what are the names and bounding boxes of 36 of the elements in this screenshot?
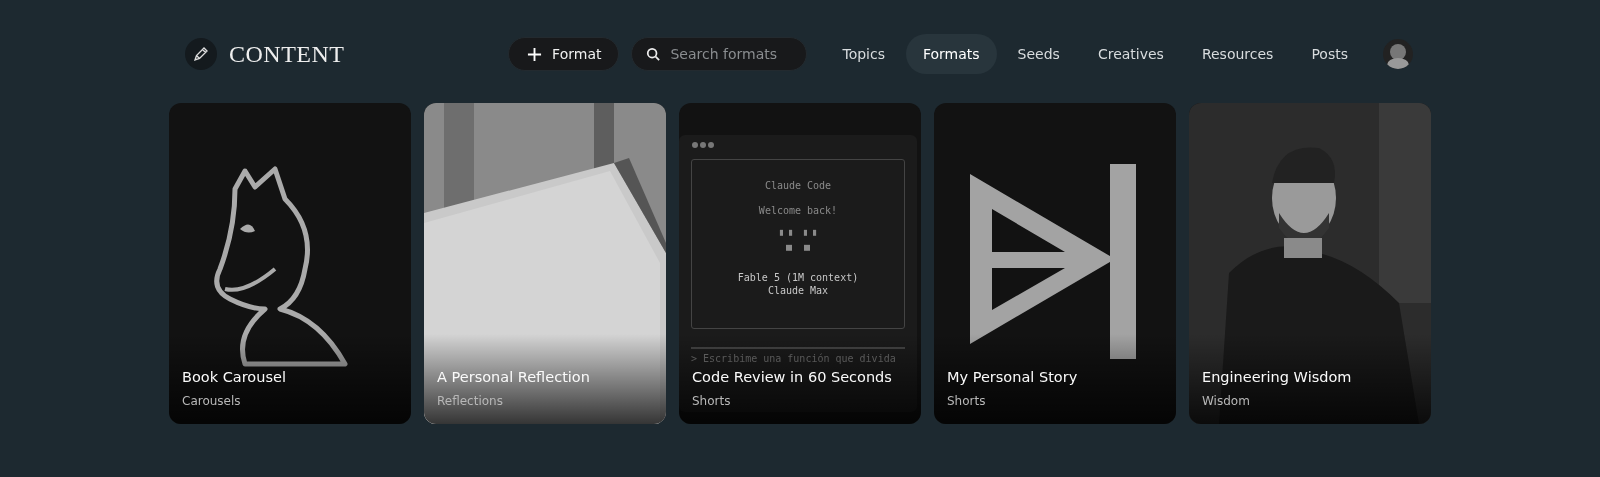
nav-link[interactable]: Topics <box>825 34 902 74</box>
card-title: Book Carousel <box>182 369 287 385</box>
terminal-text: Claude Max <box>767 285 829 296</box>
format-card[interactable]: Claude Code Welcome back! ▘▝ ▘▝ ▝▘ ▝▘ Fable 5 (1M context) Claude Max > Escribime una función que divida Code Review in 60 Seconds Shorts <box>679 103 921 424</box>
nav-link[interactable]: Seeds <box>1000 34 1077 74</box>
nav-link[interactable]: Resources <box>1184 34 1291 74</box>
avatar[interactable] <box>1383 39 1413 69</box>
card-category: Shorts <box>947 394 987 408</box>
terminal-art: ▝▘ ▝▘ <box>782 245 814 256</box>
card-category: Wisdom <box>1202 394 1251 408</box>
brand-title: CONTENT <box>229 40 345 68</box>
card-category: Reflections <box>437 394 504 408</box>
format-card[interactable]: A Personal Reflection Reflections <box>424 103 666 424</box>
card-category: Carousels <box>182 394 242 408</box>
pencil-icon <box>185 38 217 70</box>
format-card[interactable]: My Personal Story Shorts <box>934 103 1176 424</box>
card-title: Code Review in 60 Seconds <box>692 369 893 385</box>
card-title: A Personal Reflection <box>437 369 591 385</box>
card-category: Shorts <box>692 394 732 408</box>
nav-link[interactable]: Posts <box>1294 34 1365 74</box>
add-format-button[interactable]: Format <box>508 37 620 71</box>
card-title: My Personal Story <box>947 369 1079 385</box>
terminal-prompt: > Escribime una función que divida <box>691 347 905 364</box>
format-card[interactable]: Engineering Wisdom Wisdom <box>1189 103 1431 424</box>
terminal-art: ▘▝ ▘▝ <box>779 230 817 241</box>
nav-link[interactable]: Formats <box>905 34 997 74</box>
terminal-text: Claude Code <box>764 180 832 191</box>
nav-link[interactable]: Creatives <box>1080 34 1181 74</box>
card-title: Engineering Wisdom <box>1202 369 1353 385</box>
search-icon <box>646 47 661 61</box>
search-field[interactable]: Search formats <box>631 37 808 71</box>
format-card[interactable]: Book Carousel Carousels <box>169 103 411 424</box>
window-dots-icon <box>691 141 715 149</box>
plus-icon <box>527 46 543 62</box>
terminal-text: Welcome back! <box>758 205 838 216</box>
terminal-text: Fable 5 (1M context) <box>737 272 859 283</box>
